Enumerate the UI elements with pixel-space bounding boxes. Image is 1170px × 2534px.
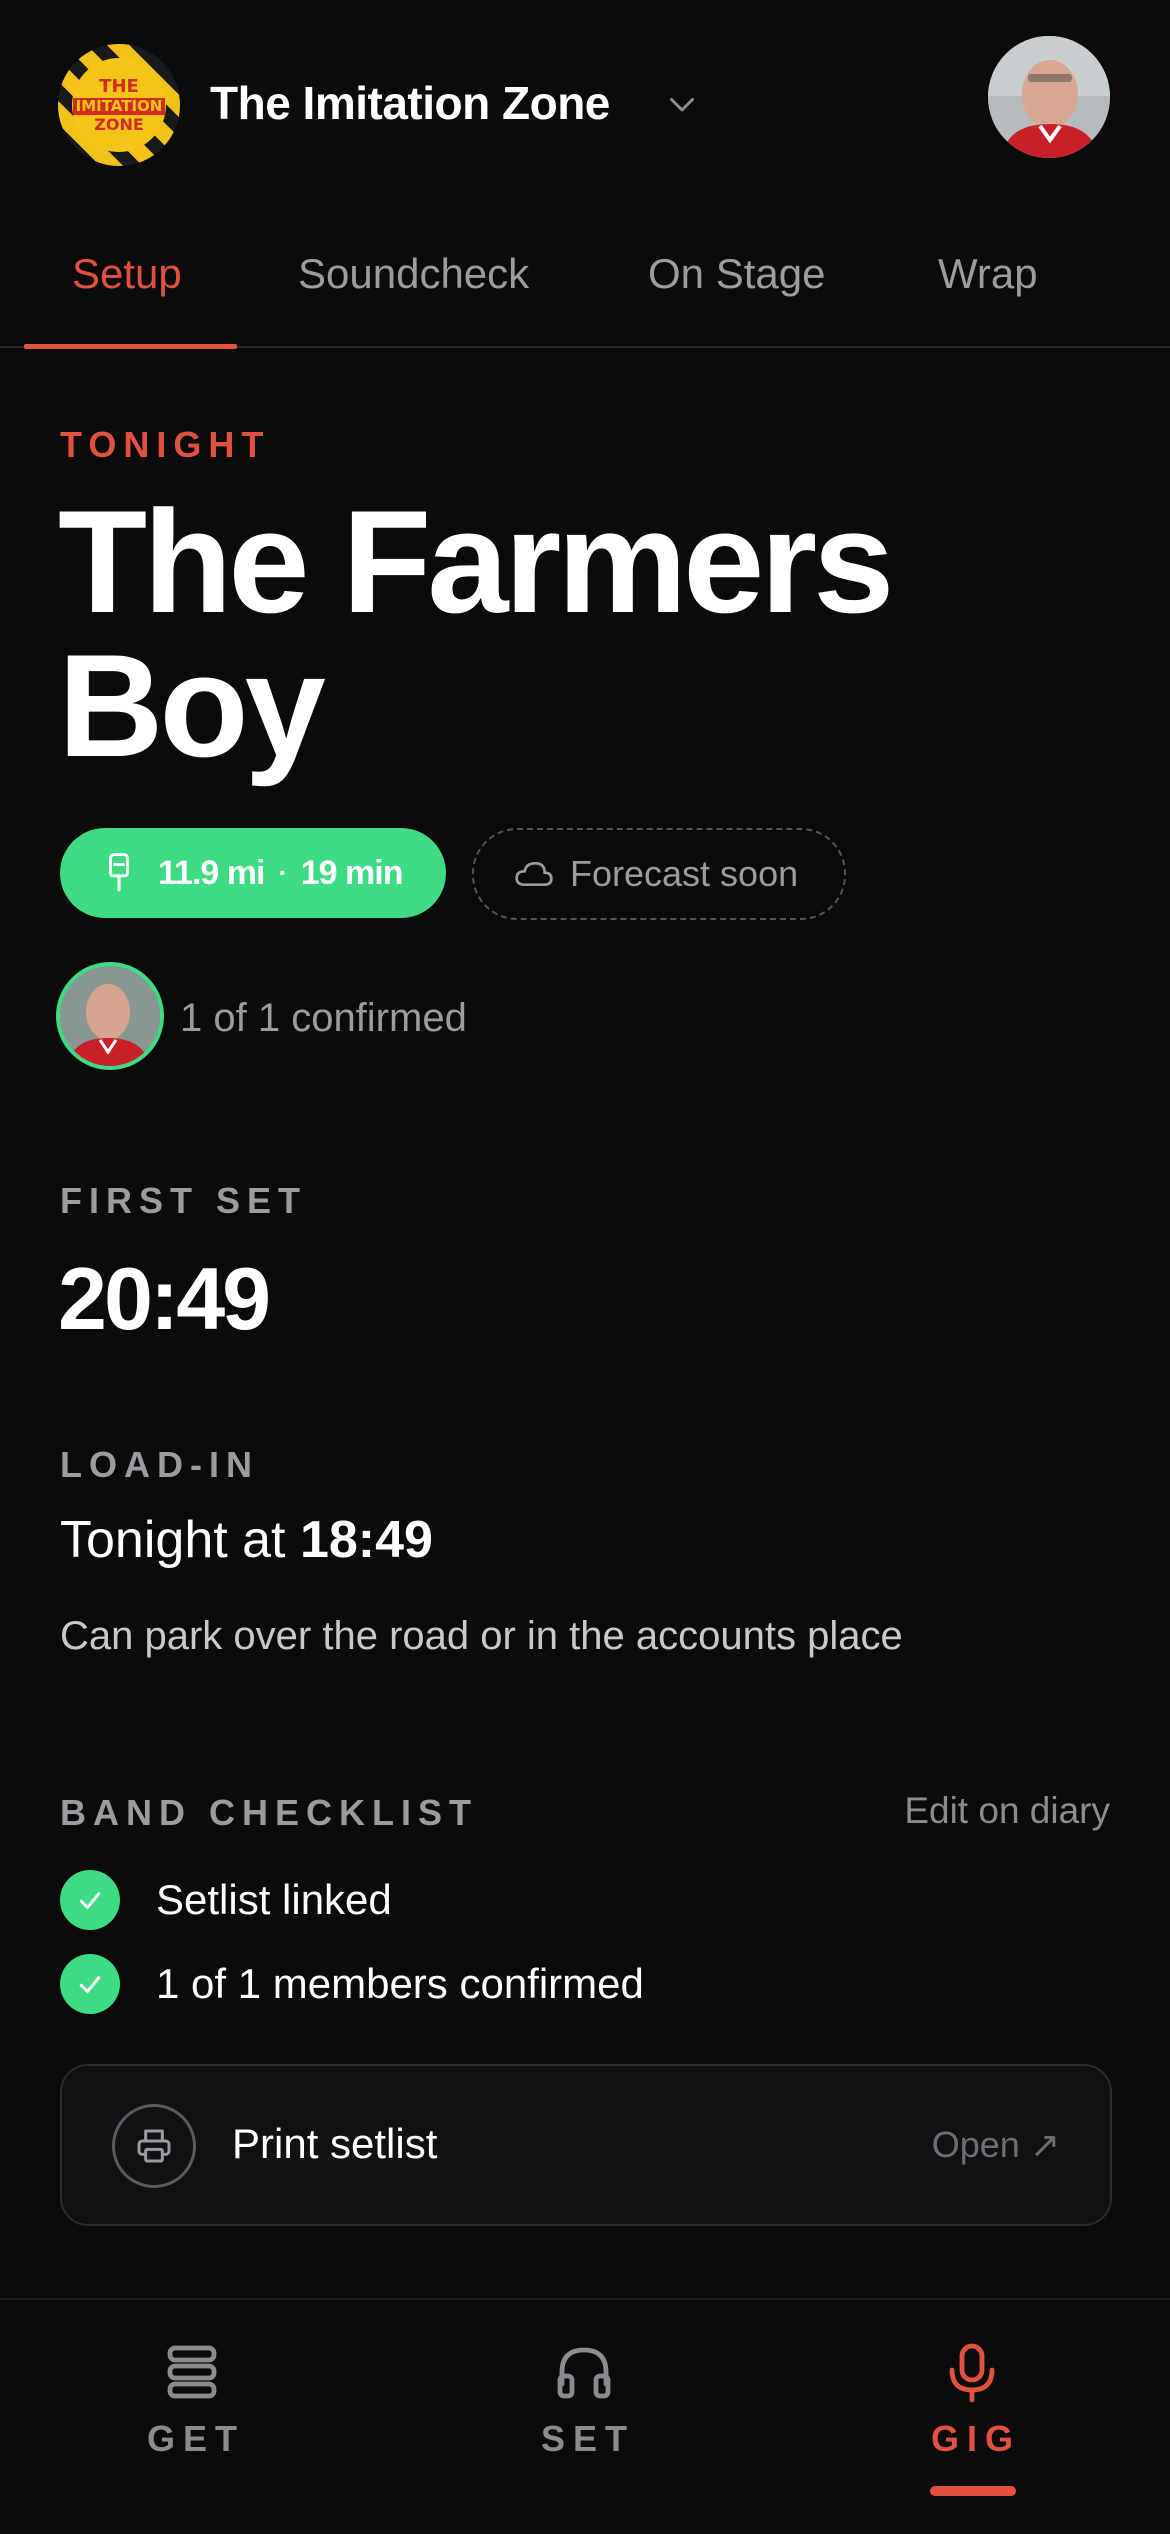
car-icon	[109, 853, 129, 892]
logo-text-line-2: IMITATION	[72, 97, 166, 115]
active-nav-indicator	[930, 2486, 1016, 2496]
checklist-item: Setlist linked	[60, 1870, 392, 1930]
nav-set[interactable]: SET	[484, 2340, 684, 2460]
nav-set-label: SET	[540, 2418, 635, 2459]
tab-wrap[interactable]: Wrap	[938, 250, 1038, 298]
load-in-time: 18:49	[299, 1511, 433, 1569]
tab-setup[interactable]: Setup	[72, 250, 182, 298]
load-in-prefix: Tonight at	[60, 1511, 286, 1569]
tonight-label: TONIGHT	[60, 424, 271, 465]
load-in-label: LOAD-IN	[60, 1444, 259, 1485]
printer-icon	[112, 2104, 196, 2188]
check-icon	[60, 1870, 120, 1930]
venue-title: The Farmers Boy	[58, 480, 894, 787]
travel-separator: ·	[278, 857, 287, 888]
open-link[interactable]: Open ↗	[932, 2124, 1060, 2166]
band-logo[interactable]: THE IMITATION ZONE	[58, 44, 180, 166]
nav-gig-label: GIG	[930, 2418, 1021, 2459]
logo-text-line-1: THE	[99, 75, 139, 97]
checklist-title: BAND CHECKLIST	[60, 1792, 478, 1833]
edit-on-diary-link[interactable]: Edit on diary	[904, 1790, 1110, 1832]
headphones-icon	[557, 2347, 611, 2399]
print-setlist-label: Print setlist	[232, 2120, 438, 2167]
nav-get[interactable]: GET	[92, 2340, 292, 2460]
logo-text-line-3: ZONE	[94, 114, 144, 134]
print-setlist-card[interactable]: Print setlist Open ↗	[60, 2064, 1112, 2226]
band-logo-badge: THE IMITATION ZONE	[72, 58, 166, 152]
check-icon	[60, 1954, 120, 2014]
phase-tabs: Setup Soundcheck On Stage Wrap	[0, 228, 1170, 349]
tab-soundcheck[interactable]: Soundcheck	[298, 250, 529, 298]
first-set-label: FIRST SET	[60, 1180, 308, 1221]
member-photo	[60, 966, 160, 1066]
user-avatar[interactable]	[988, 36, 1110, 158]
checklist-item-label: Setlist linked	[156, 1876, 392, 1923]
checklist-item: 1 of 1 members confirmed	[60, 1954, 644, 2014]
load-in-time-line: Tonight at 18:49	[60, 1510, 433, 1570]
forecast-pill[interactable]: Forecast soon	[472, 828, 846, 920]
cloud-icon	[515, 861, 553, 886]
chevron-down-icon[interactable]	[664, 86, 700, 122]
microphone-icon	[949, 2343, 995, 2403]
travel-pill[interactable]: 11.9 mi · 19 min	[60, 828, 446, 918]
app-header: THE IMITATION ZONE The Imitation Zone	[0, 0, 1170, 210]
forecast-label: Forecast soon	[570, 853, 799, 894]
confirmed-count: 1 of 1 confirmed	[180, 996, 467, 1040]
tab-on-stage[interactable]: On Stage	[648, 250, 825, 298]
bottom-navigation: GET SET GIG	[0, 2298, 1170, 2534]
nav-gig[interactable]: GIG	[872, 2340, 1072, 2460]
first-set-time: 20:49	[58, 1249, 271, 1348]
travel-duration: 19 min	[300, 853, 404, 892]
load-in-note: Can park over the road or in the account…	[60, 1614, 903, 1658]
member-avatar[interactable]	[56, 962, 164, 1070]
travel-distance: 11.9 mi	[158, 853, 265, 892]
avatar-photo	[988, 36, 1110, 158]
band-name[interactable]: The Imitation Zone	[210, 76, 610, 130]
active-tab-indicator	[24, 344, 237, 349]
nav-get-label: GET	[146, 2418, 245, 2459]
stack-icon	[167, 2345, 217, 2399]
checklist-item-label: 1 of 1 members confirmed	[156, 1960, 644, 2007]
